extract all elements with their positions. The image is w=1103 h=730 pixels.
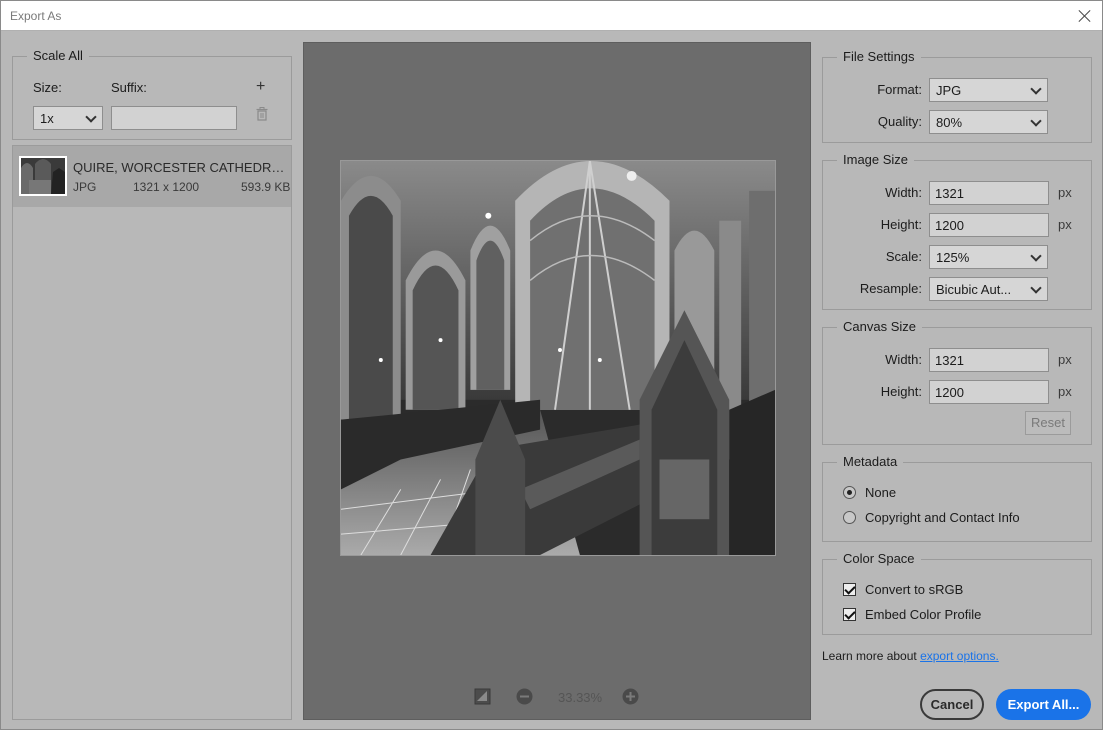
size-label: Size: [33,80,62,95]
chevron-down-icon [1030,250,1042,262]
asset-format: JPG [73,180,97,194]
asset-dimensions: 1321 x 1200 [133,180,200,194]
scale-label: Scale: [885,249,922,264]
image-height-label: Height: [880,217,922,232]
suffix-input[interactable] [111,106,237,130]
preview-area: 33.33% [303,42,811,720]
learn-more-text: Learn more about export options. [822,649,999,663]
scale-select-value: 125% [936,250,970,265]
zoom-out-icon[interactable] [516,688,533,705]
asset-filesize: 593.9 KB [241,180,291,194]
image-width-unit: px [1058,185,1072,200]
format-label: Format: [877,82,922,97]
reset-button[interactable]: Reset [1025,411,1071,435]
color-space-group: Color Space [822,551,1092,635]
canvas-width-input[interactable]: 1321 [929,348,1049,372]
suffix-label: Suffix: [111,80,147,95]
scale-all-title: Scale All [27,48,89,63]
export-all-button[interactable]: Export All... [996,689,1091,720]
asset-list: QUIRE, WORCESTER CATHEDRAL b... JPG 1321… [12,145,292,720]
format-select-value: JPG [936,83,962,98]
metadata-none-radio[interactable] [843,486,856,499]
color-space-title: Color Space [837,551,921,566]
preview-image [340,160,776,556]
zoom-controls: 33.33% [474,687,644,707]
metadata-group: Metadata [822,454,1092,542]
zoom-in-icon[interactable] [622,688,639,705]
canvas-height-input[interactable]: 1200 [929,380,1049,404]
canvas-height-unit: px [1058,384,1072,399]
quality-label: Quality: [877,114,922,129]
metadata-none-label: None [865,485,897,500]
resample-select-value: Bicubic Aut... [936,282,1012,297]
export-options-link[interactable]: export options. [920,649,999,663]
image-size-title: Image Size [837,152,915,167]
metadata-title: Metadata [837,454,904,469]
trash-icon[interactable] [256,107,268,121]
embed-profile-label: Embed Color Profile [865,607,982,622]
file-settings-title: File Settings [837,49,921,64]
metadata-copyright-radio[interactable] [843,511,856,524]
asset-thumbnail [19,156,67,196]
learn-more-prefix: Learn more about [822,649,917,663]
metadata-copyright-label: Copyright and Contact Info [865,510,1020,525]
window-title: Export As [10,9,62,23]
format-select[interactable]: JPG [929,78,1048,102]
quality-select[interactable]: 80% [929,110,1048,134]
title-bar: Export As [0,0,1103,31]
close-icon[interactable] [1076,7,1094,25]
zoom-level: 33.33% [558,690,603,705]
embed-profile-checkbox[interactable] [843,608,856,621]
canvas-height-label: Height: [880,384,922,399]
cancel-button[interactable]: Cancel [920,689,984,720]
chevron-down-icon [1030,83,1042,95]
resample-select[interactable]: Bicubic Aut... [929,277,1048,301]
asset-name: QUIRE, WORCESTER CATHEDRAL b... [73,160,288,175]
image-height-unit: px [1058,217,1072,232]
canvas-width-unit: px [1058,352,1072,367]
size-select-value: 1x [40,111,54,126]
scale-select[interactable]: 125% [929,245,1048,269]
canvas-width-label: Width: [885,352,922,367]
image-height-input[interactable]: 1200 [929,213,1049,237]
asset-item[interactable]: QUIRE, WORCESTER CATHEDRAL b... JPG 1321… [13,146,291,207]
chevron-down-icon [1030,282,1042,294]
canvas-size-title: Canvas Size [837,319,922,334]
chevron-down-icon [85,111,97,123]
toggle-view-icon[interactable] [474,688,491,705]
quality-select-value: 80% [936,115,963,130]
image-width-label: Width: [885,185,922,200]
size-select[interactable]: 1x [33,106,103,130]
image-width-input[interactable]: 1321 [929,181,1049,205]
chevron-down-icon [1030,115,1042,127]
add-scale-icon[interactable]: + [256,78,265,96]
resample-label: Resample: [859,281,922,296]
convert-srgb-label: Convert to sRGB [865,582,964,597]
convert-srgb-checkbox[interactable] [843,583,856,596]
